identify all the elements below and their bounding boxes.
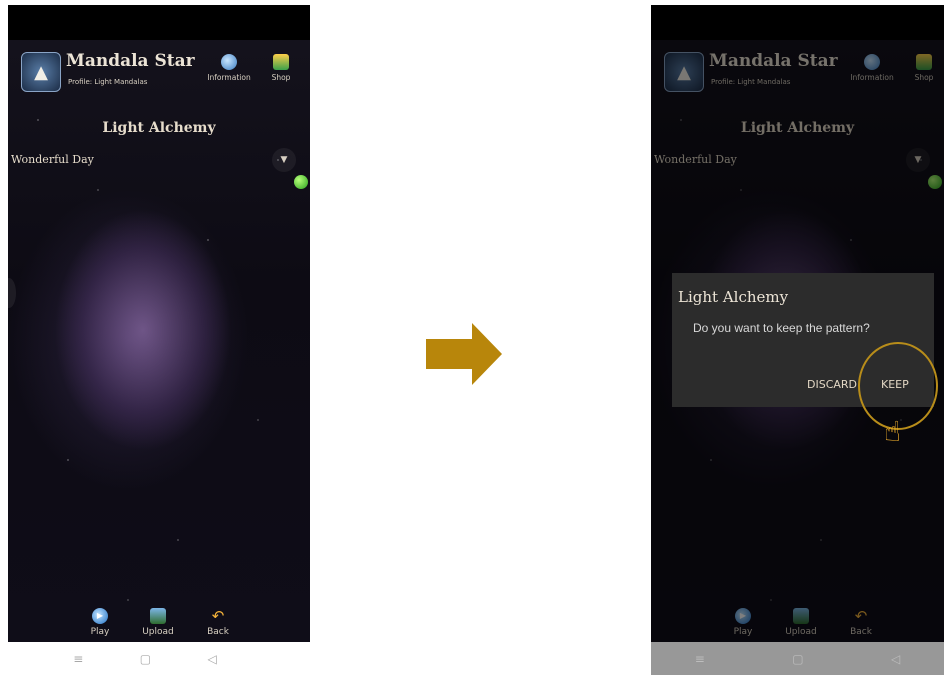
cart-icon (273, 54, 289, 70)
dropdown-value: Wonderful Day (11, 153, 94, 166)
pointing-hand-icon: ☝ (884, 415, 902, 448)
back-label: Back (207, 627, 229, 637)
phone-after: ▲ Mandala Star Profile: Light Mandalas I… (651, 5, 944, 642)
transition-arrow-icon (426, 323, 502, 385)
nav-back-icon[interactable]: ◁ (891, 652, 900, 666)
status-bar (8, 5, 310, 40)
upload-button[interactable]: Upload (133, 608, 183, 637)
information-button[interactable]: Information (204, 54, 254, 82)
information-label: Information (207, 73, 251, 82)
side-handle[interactable] (8, 278, 16, 308)
globe-icon (221, 54, 237, 70)
play-label: Play (90, 627, 110, 637)
status-indicator (294, 175, 308, 189)
nav-back-icon[interactable]: ◁ (208, 652, 217, 666)
upload-label: Upload (142, 627, 174, 637)
menu-icon[interactable]: ≡ (695, 652, 705, 666)
back-button[interactable]: ↶ Back (193, 608, 243, 637)
upload-icon (150, 608, 166, 624)
dialog-title: Light Alchemy (678, 288, 789, 306)
shop-label: Shop (271, 73, 291, 82)
discard-button[interactable]: DISCARD (807, 378, 857, 391)
dialog-message: Do you want to keep the pattern? (693, 321, 870, 335)
system-navbar-right: ≡ ▢ ◁ (651, 642, 944, 675)
back-arrow-icon: ↶ (211, 607, 225, 625)
app-header: ▲ Mandala Star Profile: Light Mandalas I… (8, 40, 310, 100)
play-icon: ▶ (92, 608, 108, 624)
app-title: Mandala Star (66, 51, 195, 71)
play-button[interactable]: ▶ Play (75, 608, 125, 637)
home-icon[interactable]: ▢ (140, 652, 151, 666)
bottom-toolbar: ▶ Play Upload ↶ Back (8, 600, 310, 642)
pattern-dropdown[interactable]: Wonderful Day ▼ (11, 148, 310, 172)
system-navbar-left: ≡ ▢ ◁ (45, 642, 245, 675)
section-title: Light Alchemy (102, 120, 216, 136)
menu-icon[interactable]: ≡ (73, 652, 83, 666)
profile-label: Profile: Light Mandalas (68, 78, 148, 86)
shop-button[interactable]: Shop (256, 54, 306, 82)
chevron-down-icon[interactable]: ▼ (272, 148, 296, 172)
app-screen: ▲ Mandala Star Profile: Light Mandalas I… (8, 40, 310, 642)
app-logo-icon: ▲ (21, 52, 61, 92)
phone-before: ▲ Mandala Star Profile: Light Mandalas I… (8, 5, 310, 642)
home-icon[interactable]: ▢ (792, 652, 803, 666)
